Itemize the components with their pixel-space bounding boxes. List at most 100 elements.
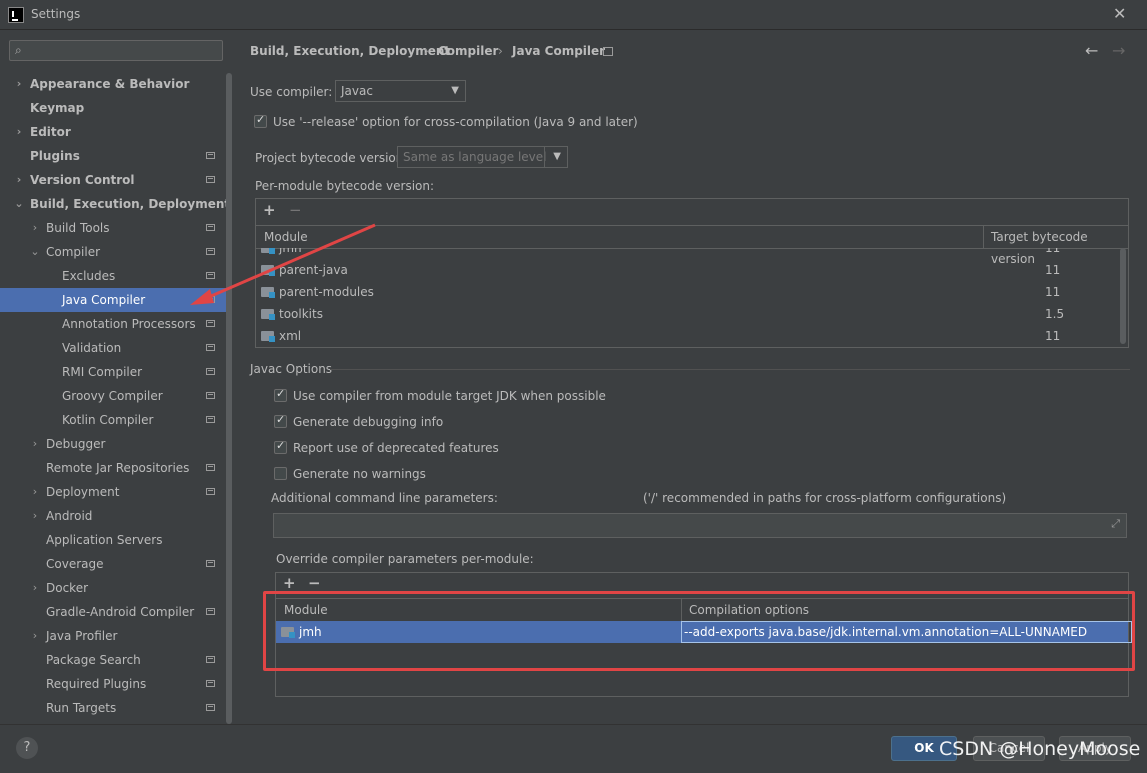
no-warnings-checkbox[interactable]	[274, 467, 287, 480]
sidebar-item-rmi-compiler[interactable]: RMI Compiler	[0, 360, 232, 384]
sidebar-item-label: Annotation Processors	[62, 317, 196, 331]
cross-platform-hint: ('/' recommended in paths for cross-plat…	[643, 491, 1007, 505]
sidebar-item-run-targets[interactable]: Run Targets	[0, 696, 232, 720]
sidebar-item-label: Coverage	[46, 557, 104, 571]
chevron-right-icon[interactable]: ›	[14, 72, 24, 96]
project-scope-icon	[206, 368, 215, 375]
project-scope-icon	[206, 680, 215, 687]
sidebar-item-deployment[interactable]: › Deployment	[0, 480, 232, 504]
chevron-right-icon[interactable]: ›	[30, 432, 40, 456]
deprecated-features-label: Report use of deprecated features	[293, 441, 499, 455]
chevron-right-icon[interactable]: ›	[30, 576, 40, 600]
use-compiler-value: Javac	[341, 84, 373, 98]
breadcrumb-java-compiler: Java Compiler	[512, 44, 606, 58]
sidebar-item-label: Version Control	[30, 173, 135, 187]
sidebar-item-kotlin-compiler[interactable]: Kotlin Compiler	[0, 408, 232, 432]
chevron-down-icon[interactable]: ⌄	[14, 192, 24, 216]
help-button[interactable]: ?	[16, 737, 38, 759]
project-scope-icon	[206, 344, 215, 351]
release-option-label: Use '--release' option for cross-compila…	[273, 115, 638, 129]
sidebar-item-label: RMI Compiler	[62, 365, 143, 379]
breadcrumb-build-execution[interactable]: Build, Execution, Deployment	[250, 44, 450, 58]
sidebar-item-label: Gradle-Android Compiler	[46, 605, 195, 619]
breadcrumb-compiler[interactable]: Compiler	[438, 44, 498, 58]
table-row[interactable]: xml 11	[256, 325, 1118, 346]
sidebar-item-annotation-processors[interactable]: Annotation Processors	[0, 312, 232, 336]
sidebar-item-label: Docker	[46, 581, 89, 595]
chevron-right-icon[interactable]: ›	[30, 624, 40, 648]
table-scrollbar[interactable]	[1120, 248, 1126, 344]
project-scope-icon	[206, 320, 215, 327]
section-divider	[330, 369, 1130, 370]
sidebar-item-label: Java Compiler	[62, 293, 146, 307]
target-bytecode-value: 11	[1045, 329, 1061, 343]
chevron-down-icon: ▼	[451, 85, 459, 96]
javac-options-title: Javac Options	[250, 362, 333, 376]
add-icon[interactable]: +	[283, 574, 296, 592]
target-bytecode-value: 11	[1045, 263, 1061, 277]
project-bytecode-value: Same as language level	[403, 150, 547, 164]
remove-icon[interactable]: −	[308, 574, 321, 592]
chevron-down-icon[interactable]: ⌄	[30, 240, 40, 264]
annotation-highlight-box	[263, 591, 1135, 671]
sidebar-item-label: Editor	[30, 125, 71, 139]
module-name: xml	[279, 329, 302, 343]
chevron-right-icon[interactable]: ›	[14, 120, 24, 144]
debugging-info-checkbox[interactable]	[274, 413, 287, 428]
release-option-checkbox[interactable]	[254, 113, 267, 128]
breadcrumb-separator: ›	[498, 44, 503, 58]
project-scope-icon	[206, 488, 215, 495]
sidebar-item-groovy-compiler[interactable]: Groovy Compiler	[0, 384, 232, 408]
sidebar-item-label: Debugger	[46, 437, 106, 451]
project-scope-icon	[603, 47, 613, 56]
sidebar-item-docker[interactable]: › Docker	[0, 576, 232, 600]
sidebar-item-label: Appearance & Behavior	[30, 77, 190, 91]
chevron-right-icon[interactable]: ›	[14, 168, 24, 192]
sidebar-item-plugins[interactable]: Plugins	[0, 144, 232, 168]
sidebar-item-appearance-behavior[interactable]: › Appearance & Behavior	[0, 72, 232, 96]
sidebar-item-validation[interactable]: Validation	[0, 336, 232, 360]
project-bytecode-combo[interactable]: Same as language level ▼	[397, 146, 568, 168]
sidebar-item-editor[interactable]: › Editor	[0, 120, 232, 144]
additional-params-input[interactable]: ⤢	[273, 513, 1127, 538]
project-bytecode-label: Project bytecode version:	[255, 151, 408, 165]
sidebar-item-package-search[interactable]: Package Search	[0, 648, 232, 672]
project-scope-icon	[206, 560, 215, 567]
use-module-jdk-checkbox[interactable]	[274, 387, 287, 402]
sidebar-item-build-execution-deployment[interactable]: ⌄ Build, Execution, Deployment	[0, 192, 232, 216]
sidebar-item-required-plugins[interactable]: Required Plugins	[0, 672, 232, 696]
use-compiler-label: Use compiler:	[250, 85, 333, 99]
per-module-bytecode-label: Per-module bytecode version:	[255, 179, 435, 193]
chevron-right-icon[interactable]: ›	[30, 480, 40, 504]
sidebar-item-label: Excludes	[62, 269, 116, 283]
chevron-right-icon[interactable]: ›	[30, 504, 40, 528]
sidebar-scrollbar[interactable]	[226, 73, 232, 724]
sidebar-item-label: Deployment	[46, 485, 120, 499]
deprecated-features-checkbox[interactable]	[274, 439, 287, 454]
expand-icon[interactable]: ⤢	[1111, 517, 1120, 531]
sidebar-item-java-profiler[interactable]: › Java Profiler	[0, 624, 232, 648]
module-folder-icon	[261, 331, 275, 342]
forward-arrow-icon[interactable]: →	[1112, 41, 1125, 60]
column-divider	[983, 226, 984, 248]
sidebar-item-android[interactable]: › Android	[0, 504, 232, 528]
sidebar-item-debugger[interactable]: › Debugger	[0, 432, 232, 456]
sidebar-item-label: Keymap	[30, 101, 85, 115]
sidebar-item-version-control[interactable]: › Version Control	[0, 168, 232, 192]
back-arrow-icon[interactable]: ←	[1085, 41, 1098, 60]
sidebar-item-label: Remote Jar Repositories	[46, 461, 190, 475]
override-params-label: Override compiler parameters per-module:	[276, 552, 534, 566]
search-input[interactable]	[9, 40, 223, 61]
close-icon[interactable]: ✕	[1113, 4, 1126, 23]
sidebar-item-application-servers[interactable]: Application Servers	[0, 528, 232, 552]
breadcrumb-separator: ›	[424, 44, 429, 58]
sidebar-item-keymap[interactable]: Keymap	[0, 96, 232, 120]
chevron-right-icon[interactable]: ›	[30, 216, 40, 240]
sidebar-item-remote-jar-repositories[interactable]: Remote Jar Repositories	[0, 456, 232, 480]
sidebar-item-gradle-android-compiler[interactable]: Gradle-Android Compiler	[0, 600, 232, 624]
sidebar-item-coverage[interactable]: Coverage	[0, 552, 232, 576]
additional-params-label: Additional command line parameters:	[271, 491, 498, 505]
use-compiler-combo[interactable]: Javac ▼	[335, 80, 466, 102]
intellij-app-icon	[8, 7, 24, 23]
chevron-down-icon: ▼	[553, 151, 561, 162]
